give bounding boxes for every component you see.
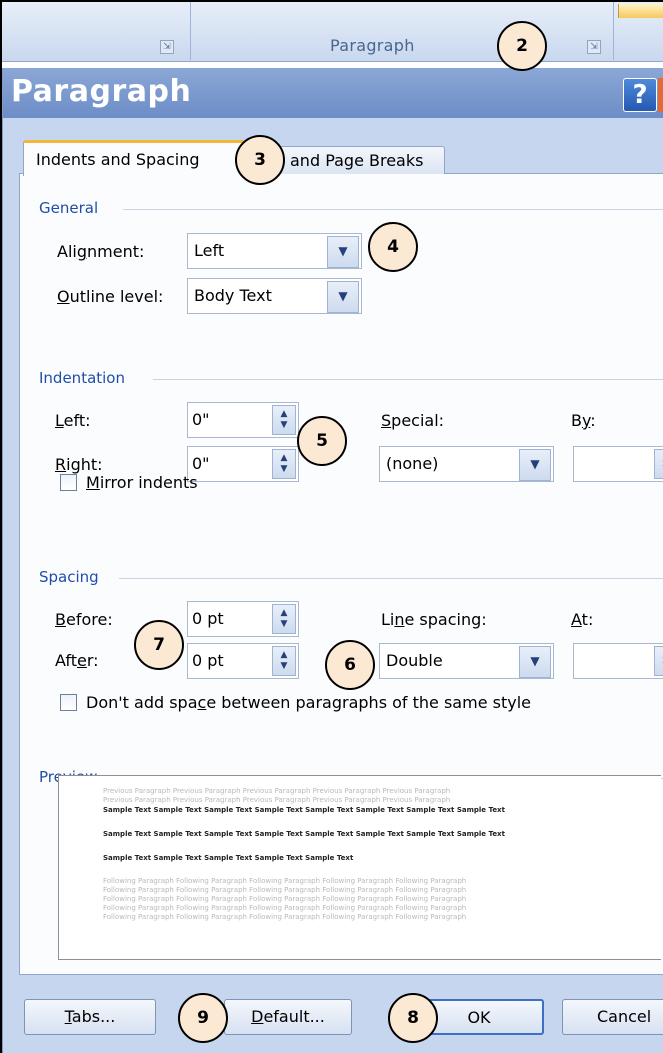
section-heading-general: General [39,199,99,217]
left-indent-spinner[interactable]: 0" ▲ ▼ [187,402,299,438]
tab-indents-and-spacing[interactable]: Indents and Spacing [23,140,245,176]
chevron-down-icon[interactable]: ▼ [519,646,551,678]
section-heading-indentation: Indentation [39,369,125,387]
alignment-value: Left [194,241,225,260]
right-indent-value: 0" [192,454,210,473]
before-label: Before: [55,610,113,629]
ribbon-separator [190,2,191,60]
line-spacing-label: Line spacing: [381,610,487,629]
after-label: After: [55,651,99,670]
callout-9: 9 [178,993,228,1043]
spinner-arrows-icon[interactable]: ▲▼ [654,449,663,479]
preview-following-line: Following Paragraph Following Paragraph … [103,913,467,921]
spinner-arrows-icon[interactable]: ▲▼ [654,646,663,676]
tab-label: and Page Breaks [290,151,424,170]
preview-box: Previous Paragraph Previous Paragraph Pr… [58,775,661,960]
mirror-indents-label: Mirror indents [86,473,198,492]
callout-2: 2 [497,21,547,71]
dont-add-space-checkbox[interactable] [60,694,77,711]
outline-level-label: Outline level: [57,287,164,306]
after-spinner[interactable]: 0 pt ▲ ▼ [187,643,299,679]
preview-sample-line: Sample Text Sample Text Sample Text Samp… [103,830,505,838]
preview-previous-line: Previous Paragraph Previous Paragraph Pr… [103,787,451,795]
ribbon-group-label: Paragraph [330,36,415,55]
chevron-down-icon[interactable]: ▼ [327,236,359,268]
after-value: 0 pt [192,651,224,670]
close-button-edge[interactable] [658,78,663,112]
mirror-indents-checkbox[interactable] [60,474,77,491]
preview-previous-line: Previous Paragraph Previous Paragraph Pr… [103,796,451,804]
section-heading-spacing: Spacing [39,568,99,586]
callout-3: 3 [235,135,285,185]
ribbon-separator [613,2,614,60]
right-indent-label: Right: [55,455,103,474]
at-spinner[interactable]: ▲▼ [573,643,663,679]
paragraph-dialog-launcher-icon[interactable]: ⇲ [587,40,601,54]
tab-label: Indents and Spacing [36,150,200,169]
help-icon[interactable]: ? [623,78,657,112]
preview-sample-line: Sample Text Sample Text Sample Text Samp… [103,806,505,814]
dont-add-space-label: Don't add space between paragraphs of th… [86,693,531,712]
divider [123,209,663,210]
ribbon-accent [618,4,663,18]
left-indent-value: 0" [192,410,210,429]
alignment-select[interactable]: Left ▼ [187,233,362,269]
cancel-button[interactable]: Cancel [562,999,663,1035]
alignment-label: Alignment: [57,242,145,261]
spinner-arrows-icon[interactable]: ▲▼ [272,646,296,676]
callout-5: 5 [297,416,347,466]
left-indent-label: Left: [55,411,91,430]
spinner-arrows-icon[interactable]: ▲▼ [272,405,296,435]
chevron-down-icon[interactable]: ▼ [519,449,551,481]
chevron-down-icon[interactable]: ▼ [327,281,359,313]
callout-7: 7 [134,620,184,670]
before-spinner[interactable]: 0 pt ▲ ▼ [187,601,299,637]
outline-level-select[interactable]: Body Text ▼ [187,278,362,314]
special-value: (none) [386,454,439,473]
right-indent-spinner[interactable]: 0" ▲ ▼ [187,446,299,482]
by-label: By: [571,411,596,430]
callout-4: 4 [368,222,418,272]
dialog-title: Paragraph [11,74,192,109]
spinner-arrows-icon[interactable]: ▲▼ [272,449,296,479]
preview-following-line: Following Paragraph Following Paragraph … [103,886,467,894]
tabs-button[interactable]: Tabs... [24,999,156,1035]
line-spacing-select[interactable]: Double ▼ [379,643,554,679]
callout-8: 8 [388,993,438,1043]
preview-following-line: Following Paragraph Following Paragraph … [103,895,467,903]
line-spacing-value: Double [386,651,443,670]
divider [119,578,663,579]
preview-following-line: Following Paragraph Following Paragraph … [103,877,467,885]
outline-level-value: Body Text [194,286,272,305]
preview-following-line: Following Paragraph Following Paragraph … [103,904,467,912]
divider [153,379,663,380]
callout-6: 6 [325,640,375,690]
before-value: 0 pt [192,609,224,628]
at-label: At: [571,610,594,629]
special-select[interactable]: (none) ▼ [379,446,554,482]
spinner-arrows-icon[interactable]: ▲▼ [272,604,296,634]
by-spinner[interactable]: ▲▼ [573,446,663,482]
special-label: Special: [381,411,445,430]
dialog-launcher-icon[interactable]: ⇲ [160,40,174,54]
default-button[interactable]: Default... [224,999,352,1035]
preview-sample-line: Sample Text Sample Text Sample Text Samp… [103,854,354,862]
